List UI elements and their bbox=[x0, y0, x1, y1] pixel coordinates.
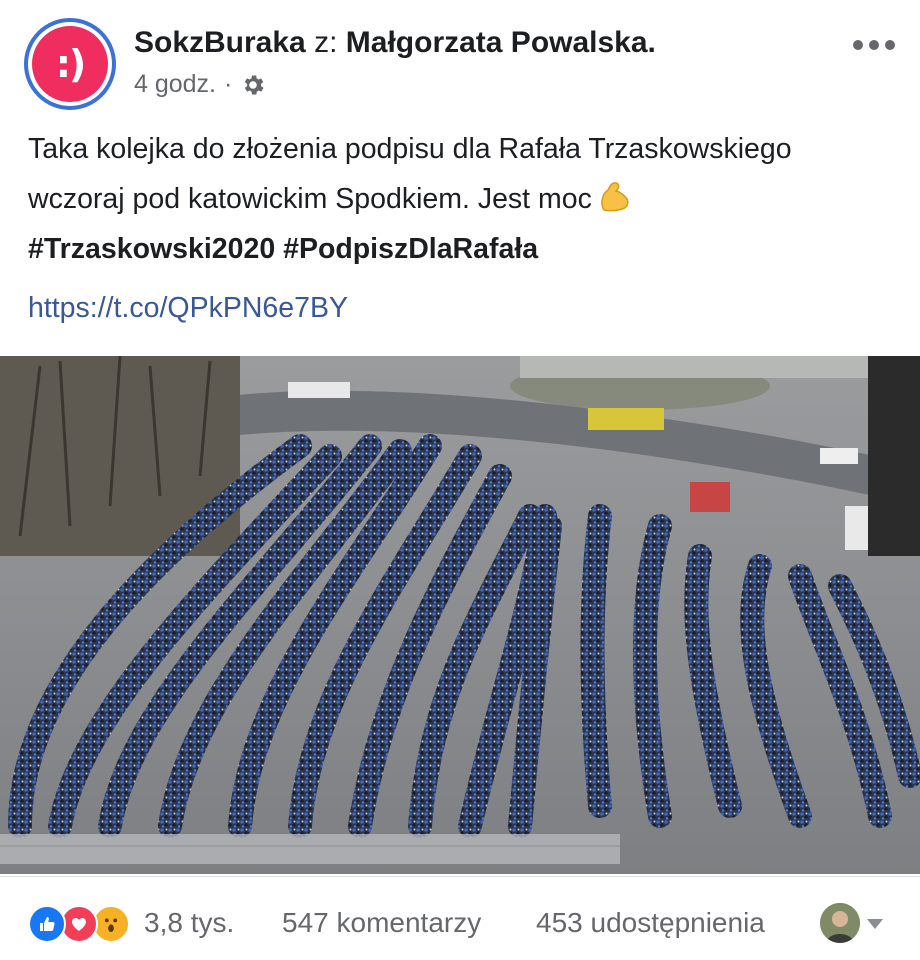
page-avatar[interactable]: :) bbox=[24, 18, 116, 110]
viewer-avatar[interactable] bbox=[820, 903, 860, 943]
more-horizontal-icon bbox=[853, 40, 895, 50]
flexed-biceps-icon bbox=[598, 178, 632, 212]
like-icon bbox=[28, 905, 66, 943]
author-line: SokzBuraka z: Małgorzata Powalska. bbox=[134, 26, 656, 60]
post-text-line-2: wczoraj pod katowickim Spodkiem. Jest mo… bbox=[28, 183, 592, 215]
queue-photo-illustration bbox=[0, 356, 920, 874]
post-meta: 4 godz. · bbox=[134, 70, 266, 99]
page-name-link[interactable]: SokzBuraka bbox=[134, 26, 306, 59]
avatar-logo: :) bbox=[32, 26, 108, 102]
comments-count[interactable]: 547 komentarzy bbox=[282, 907, 481, 939]
meta-separator: · bbox=[224, 70, 233, 98]
author-name-link[interactable]: Małgorzata Powalska. bbox=[346, 26, 656, 59]
reactions-count[interactable]: 3,8 tys. bbox=[144, 907, 234, 939]
post-text-line-1: Taka kolejka do złożenia podpisu dla Raf… bbox=[28, 133, 792, 165]
gear-icon bbox=[240, 72, 266, 98]
post-photo[interactable] bbox=[0, 356, 920, 874]
with-text: z: bbox=[314, 26, 338, 59]
shares-count[interactable]: 453 udostępnienia bbox=[536, 907, 765, 939]
post-text-line-2-wrap: wczoraj pod katowickim Spodkiem. Jest mo… bbox=[28, 174, 898, 224]
chevron-down-icon[interactable] bbox=[866, 917, 884, 929]
post-header: :) SokzBuraka z: Małgorzata Powalska. 4 … bbox=[0, 0, 920, 110]
more-options-button[interactable] bbox=[852, 30, 896, 51]
reactions-bar: 3,8 tys. 547 komentarzy 453 udostępnieni… bbox=[0, 876, 920, 960]
post-timestamp[interactable]: 4 godz. bbox=[134, 70, 216, 99]
post-link[interactable]: https://t.co/QPkPN6e7BY bbox=[28, 292, 348, 325]
reaction-icons[interactable] bbox=[28, 905, 138, 943]
hashtags[interactable]: #Trzaskowski2020 #PodpiszDlaRafała bbox=[28, 224, 898, 274]
post-text: Taka kolejka do złożenia podpisu dla Raf… bbox=[28, 124, 898, 274]
